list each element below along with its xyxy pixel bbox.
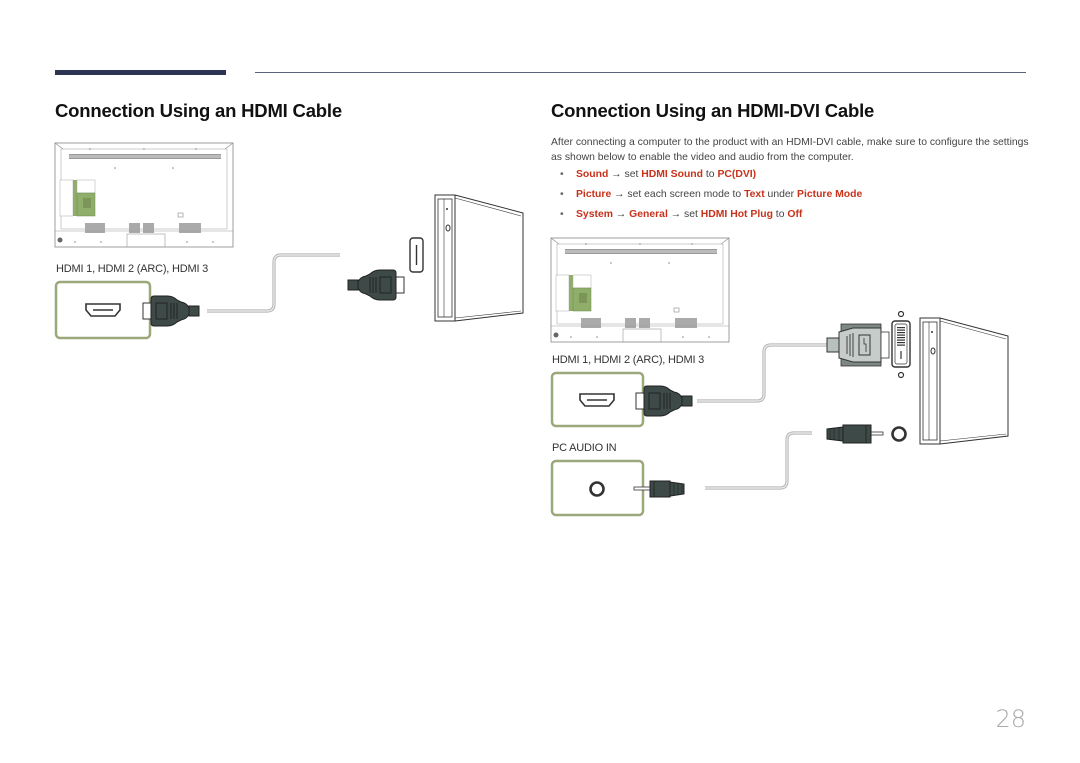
hdmi-port-icon <box>85 303 121 317</box>
pc-audio-jack-icon <box>891 426 907 442</box>
audio-plug-pc-icon <box>826 424 884 444</box>
dvi-plug-icon <box>826 323 890 367</box>
hdmi-plug-pc-icon <box>347 269 405 301</box>
dvi-port-icon <box>891 310 911 379</box>
pc-tower-right-icon <box>919 317 1009 445</box>
audio-port-icon <box>589 481 605 497</box>
hdmi-port-label: HDMI 1, HDMI 2 (ARC), HDMI 3 <box>56 263 209 275</box>
monitor-back-panel-icon <box>54 142 234 248</box>
monitor-back-panel-right-icon <box>550 237 730 343</box>
pc-tower-icon <box>434 194 524 322</box>
audio-cable-icon <box>705 431 812 490</box>
hdmi-plug-icon <box>142 295 200 327</box>
hdmi-plug-right-icon <box>635 385 693 417</box>
pc-hdmi-port-icon <box>409 237 424 273</box>
page-number: 28 <box>995 705 1026 733</box>
hdmi-connection-diagram <box>54 142 1009 517</box>
hdmi-port-label-right: HDMI 1, HDMI 2 (ARC), HDMI 3 <box>552 354 705 366</box>
hdmi-dvi-cable-icon <box>697 343 827 403</box>
hdmi-port-right-icon <box>579 393 615 407</box>
audio-port-label: PC AUDIO IN <box>552 442 617 454</box>
